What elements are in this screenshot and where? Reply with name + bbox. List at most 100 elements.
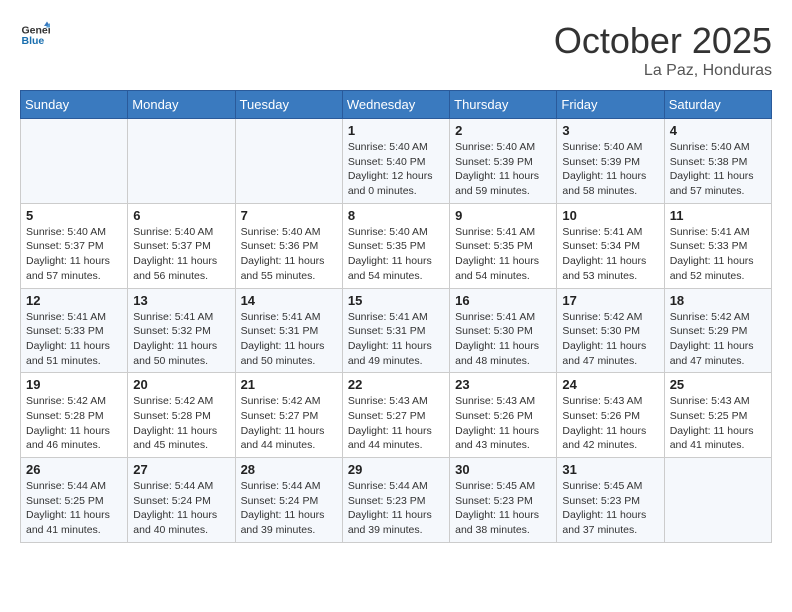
week-row-5: 26 Sunrise: 5:44 AMSunset: 5:25 PMDayligh… <box>21 458 772 543</box>
day-number: 21 <box>241 377 337 392</box>
day-info: Sunrise: 5:42 AMSunset: 5:27 PMDaylight:… <box>241 394 337 453</box>
day-number: 4 <box>670 123 766 138</box>
weekday-header-monday: Monday <box>128 91 235 119</box>
day-info: Sunrise: 5:41 AMSunset: 5:31 PMDaylight:… <box>348 310 444 369</box>
day-number: 22 <box>348 377 444 392</box>
logo-icon: General Blue <box>20 20 50 50</box>
calendar-cell: 4 Sunrise: 5:40 AMSunset: 5:38 PMDaylight… <box>664 119 771 204</box>
week-row-4: 19 Sunrise: 5:42 AMSunset: 5:28 PMDayligh… <box>21 373 772 458</box>
day-number: 25 <box>670 377 766 392</box>
calendar-cell: 19 Sunrise: 5:42 AMSunset: 5:28 PMDayligh… <box>21 373 128 458</box>
day-number: 3 <box>562 123 658 138</box>
day-number: 20 <box>133 377 229 392</box>
calendar-table: SundayMondayTuesdayWednesdayThursdayFrid… <box>20 90 772 543</box>
calendar-cell: 10Sunrise: 5:41 AMSunset: 5:34 PMDayligh… <box>557 203 664 288</box>
month-title: October 2025 <box>554 20 772 62</box>
day-info: Sunrise: 5:41 AMSunset: 5:34 PMDaylight:… <box>562 225 658 284</box>
day-info: Sunrise: 5:44 AMSunset: 5:25 PMDaylight:… <box>26 479 122 538</box>
calendar-cell: 18 Sunrise: 5:42 AMSunset: 5:29 PMDayligh… <box>664 288 771 373</box>
day-info: Sunrise: 5:40 AMSunset: 5:39 PMDaylight:… <box>455 140 551 199</box>
day-info: Sunrise: 5:41 AMSunset: 5:30 PMDaylight:… <box>455 310 551 369</box>
day-number: 2 <box>455 123 551 138</box>
calendar-cell: 25Sunrise: 5:43 AMSunset: 5:25 PMDayligh… <box>664 373 771 458</box>
day-info: Sunrise: 5:43 AMSunset: 5:27 PMDaylight:… <box>348 394 444 453</box>
day-info: Sunrise: 5:41 AMSunset: 5:33 PMDaylight:… <box>26 310 122 369</box>
calendar-cell: 12 Sunrise: 5:41 AMSunset: 5:33 PMDayligh… <box>21 288 128 373</box>
weekday-header-tuesday: Tuesday <box>235 91 342 119</box>
day-number: 26 <box>26 462 122 477</box>
day-info: Sunrise: 5:44 AMSunset: 5:23 PMDaylight:… <box>348 479 444 538</box>
day-number: 12 <box>26 293 122 308</box>
day-number: 5 <box>26 208 122 223</box>
day-info: Sunrise: 5:43 AMSunset: 5:26 PMDaylight:… <box>455 394 551 453</box>
day-info: Sunrise: 5:42 AMSunset: 5:29 PMDaylight:… <box>670 310 766 369</box>
calendar-header: SundayMondayTuesdayWednesdayThursdayFrid… <box>21 91 772 119</box>
day-number: 7 <box>241 208 337 223</box>
calendar-cell: 5 Sunrise: 5:40 AMSunset: 5:37 PMDaylight… <box>21 203 128 288</box>
calendar-cell: 8Sunrise: 5:40 AMSunset: 5:35 PMDaylight… <box>342 203 449 288</box>
calendar-cell: 2 Sunrise: 5:40 AMSunset: 5:39 PMDaylight… <box>450 119 557 204</box>
day-info: Sunrise: 5:41 AMSunset: 5:35 PMDaylight:… <box>455 225 551 284</box>
calendar-cell: 23Sunrise: 5:43 AMSunset: 5:26 PMDayligh… <box>450 373 557 458</box>
day-number: 27 <box>133 462 229 477</box>
weekday-header-wednesday: Wednesday <box>342 91 449 119</box>
calendar-cell: 16 Sunrise: 5:41 AMSunset: 5:30 PMDayligh… <box>450 288 557 373</box>
page-header: General Blue October 2025 La Paz, Hondur… <box>20 20 772 80</box>
day-info: Sunrise: 5:41 AMSunset: 5:31 PMDaylight:… <box>241 310 337 369</box>
day-number: 15 <box>348 293 444 308</box>
svg-text:Blue: Blue <box>22 35 45 47</box>
week-row-1: 1 Sunrise: 5:40 AMSunset: 5:40 PMDaylight… <box>21 119 772 204</box>
day-info: Sunrise: 5:44 AMSunset: 5:24 PMDaylight:… <box>133 479 229 538</box>
calendar-cell: 28Sunrise: 5:44 AMSunset: 5:24 PMDayligh… <box>235 458 342 543</box>
day-info: Sunrise: 5:42 AMSunset: 5:28 PMDaylight:… <box>133 394 229 453</box>
day-info: Sunrise: 5:45 AMSunset: 5:23 PMDaylight:… <box>562 479 658 538</box>
calendar-cell <box>21 119 128 204</box>
day-info: Sunrise: 5:40 AMSunset: 5:35 PMDaylight:… <box>348 225 444 284</box>
day-info: Sunrise: 5:40 AMSunset: 5:37 PMDaylight:… <box>26 225 122 284</box>
day-info: Sunrise: 5:40 AMSunset: 5:37 PMDaylight:… <box>133 225 229 284</box>
day-info: Sunrise: 5:40 AMSunset: 5:36 PMDaylight:… <box>241 225 337 284</box>
logo: General Blue <box>20 20 50 50</box>
title-block: October 2025 La Paz, Honduras <box>554 20 772 80</box>
day-info: Sunrise: 5:43 AMSunset: 5:26 PMDaylight:… <box>562 394 658 453</box>
weekday-header-sunday: Sunday <box>21 91 128 119</box>
day-info: Sunrise: 5:40 AMSunset: 5:39 PMDaylight:… <box>562 140 658 199</box>
week-row-3: 12 Sunrise: 5:41 AMSunset: 5:33 PMDayligh… <box>21 288 772 373</box>
day-info: Sunrise: 5:42 AMSunset: 5:28 PMDaylight:… <box>26 394 122 453</box>
calendar-cell: 9Sunrise: 5:41 AMSunset: 5:35 PMDaylight… <box>450 203 557 288</box>
day-number: 14 <box>241 293 337 308</box>
day-number: 29 <box>348 462 444 477</box>
calendar-cell: 20 Sunrise: 5:42 AMSunset: 5:28 PMDayligh… <box>128 373 235 458</box>
calendar-cell <box>128 119 235 204</box>
calendar-cell: 3 Sunrise: 5:40 AMSunset: 5:39 PMDaylight… <box>557 119 664 204</box>
weekday-header-thursday: Thursday <box>450 91 557 119</box>
calendar-cell: 29 Sunrise: 5:44 AMSunset: 5:23 PMDayligh… <box>342 458 449 543</box>
day-number: 11 <box>670 208 766 223</box>
day-number: 1 <box>348 123 444 138</box>
calendar-cell: 31 Sunrise: 5:45 AMSunset: 5:23 PMDayligh… <box>557 458 664 543</box>
calendar-cell: 27 Sunrise: 5:44 AMSunset: 5:24 PMDayligh… <box>128 458 235 543</box>
calendar-cell <box>235 119 342 204</box>
day-info: Sunrise: 5:40 AMSunset: 5:38 PMDaylight:… <box>670 140 766 199</box>
calendar-cell: 15 Sunrise: 5:41 AMSunset: 5:31 PMDayligh… <box>342 288 449 373</box>
calendar-cell: 13 Sunrise: 5:41 AMSunset: 5:32 PMDayligh… <box>128 288 235 373</box>
calendar-cell: 30Sunrise: 5:45 AMSunset: 5:23 PMDayligh… <box>450 458 557 543</box>
day-number: 6 <box>133 208 229 223</box>
calendar-cell: 26 Sunrise: 5:44 AMSunset: 5:25 PMDayligh… <box>21 458 128 543</box>
calendar-cell: 6 Sunrise: 5:40 AMSunset: 5:37 PMDaylight… <box>128 203 235 288</box>
weekday-row: SundayMondayTuesdayWednesdayThursdayFrid… <box>21 91 772 119</box>
weekday-header-friday: Friday <box>557 91 664 119</box>
day-number: 30 <box>455 462 551 477</box>
location-subtitle: La Paz, Honduras <box>554 62 772 80</box>
day-number: 13 <box>133 293 229 308</box>
day-number: 19 <box>26 377 122 392</box>
day-info: Sunrise: 5:40 AMSunset: 5:40 PMDaylight:… <box>348 140 444 199</box>
day-number: 31 <box>562 462 658 477</box>
week-row-2: 5 Sunrise: 5:40 AMSunset: 5:37 PMDaylight… <box>21 203 772 288</box>
day-number: 16 <box>455 293 551 308</box>
calendar-cell: 1 Sunrise: 5:40 AMSunset: 5:40 PMDaylight… <box>342 119 449 204</box>
day-number: 18 <box>670 293 766 308</box>
day-info: Sunrise: 5:41 AMSunset: 5:32 PMDaylight:… <box>133 310 229 369</box>
day-number: 17 <box>562 293 658 308</box>
calendar-cell: 11Sunrise: 5:41 AMSunset: 5:33 PMDayligh… <box>664 203 771 288</box>
